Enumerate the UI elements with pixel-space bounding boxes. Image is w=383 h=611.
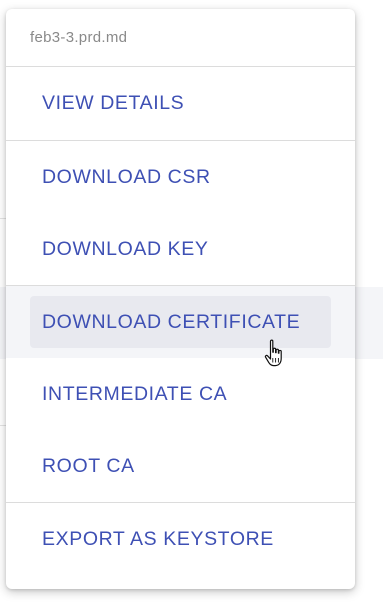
- menu-item-label: DOWNLOAD KEY: [42, 237, 209, 260]
- download-csr-menu-item[interactable]: DOWNLOAD CSR: [6, 141, 355, 213]
- hand-pointer-icon: [264, 339, 282, 367]
- menu-item-label: DOWNLOAD CERTIFICATE: [42, 310, 301, 333]
- export-as-keystore-menu-item[interactable]: EXPORT AS KEYSTORE: [6, 503, 355, 575]
- menu-item-label: VIEW DETAILS: [42, 92, 185, 114]
- menu-header: feb3-3.prd.md: [6, 9, 355, 67]
- certificate-actions-menu: feb3-3.prd.md VIEW DETAILS DOWNLOAD CSR …: [6, 9, 355, 589]
- menu-group-details: VIEW DETAILS: [6, 67, 355, 141]
- download-certificate-menu-item[interactable]: DOWNLOAD CERTIFICATE: [6, 286, 355, 358]
- intermediate-ca-menu-item[interactable]: INTERMEDIATE CA: [6, 358, 355, 430]
- download-key-menu-item[interactable]: DOWNLOAD KEY: [6, 213, 355, 285]
- root-ca-menu-item[interactable]: ROOT CA: [6, 430, 355, 502]
- menu-item-label: EXPORT AS KEYSTORE: [42, 527, 274, 550]
- view-details-menu-item[interactable]: VIEW DETAILS: [6, 67, 355, 140]
- menu-header-title: feb3-3.prd.md: [30, 29, 128, 46]
- menu-group-certificates: DOWNLOAD CERTIFICATE INTERMEDIATE CA ROO…: [6, 286, 355, 503]
- menu-item-label: INTERMEDIATE CA: [42, 382, 228, 405]
- menu-group-export: EXPORT AS KEYSTORE: [6, 503, 355, 575]
- menu-group-downloads: DOWNLOAD CSR DOWNLOAD KEY: [6, 141, 355, 286]
- menu-item-label: DOWNLOAD CSR: [42, 165, 211, 188]
- menu-item-label: ROOT CA: [42, 454, 135, 477]
